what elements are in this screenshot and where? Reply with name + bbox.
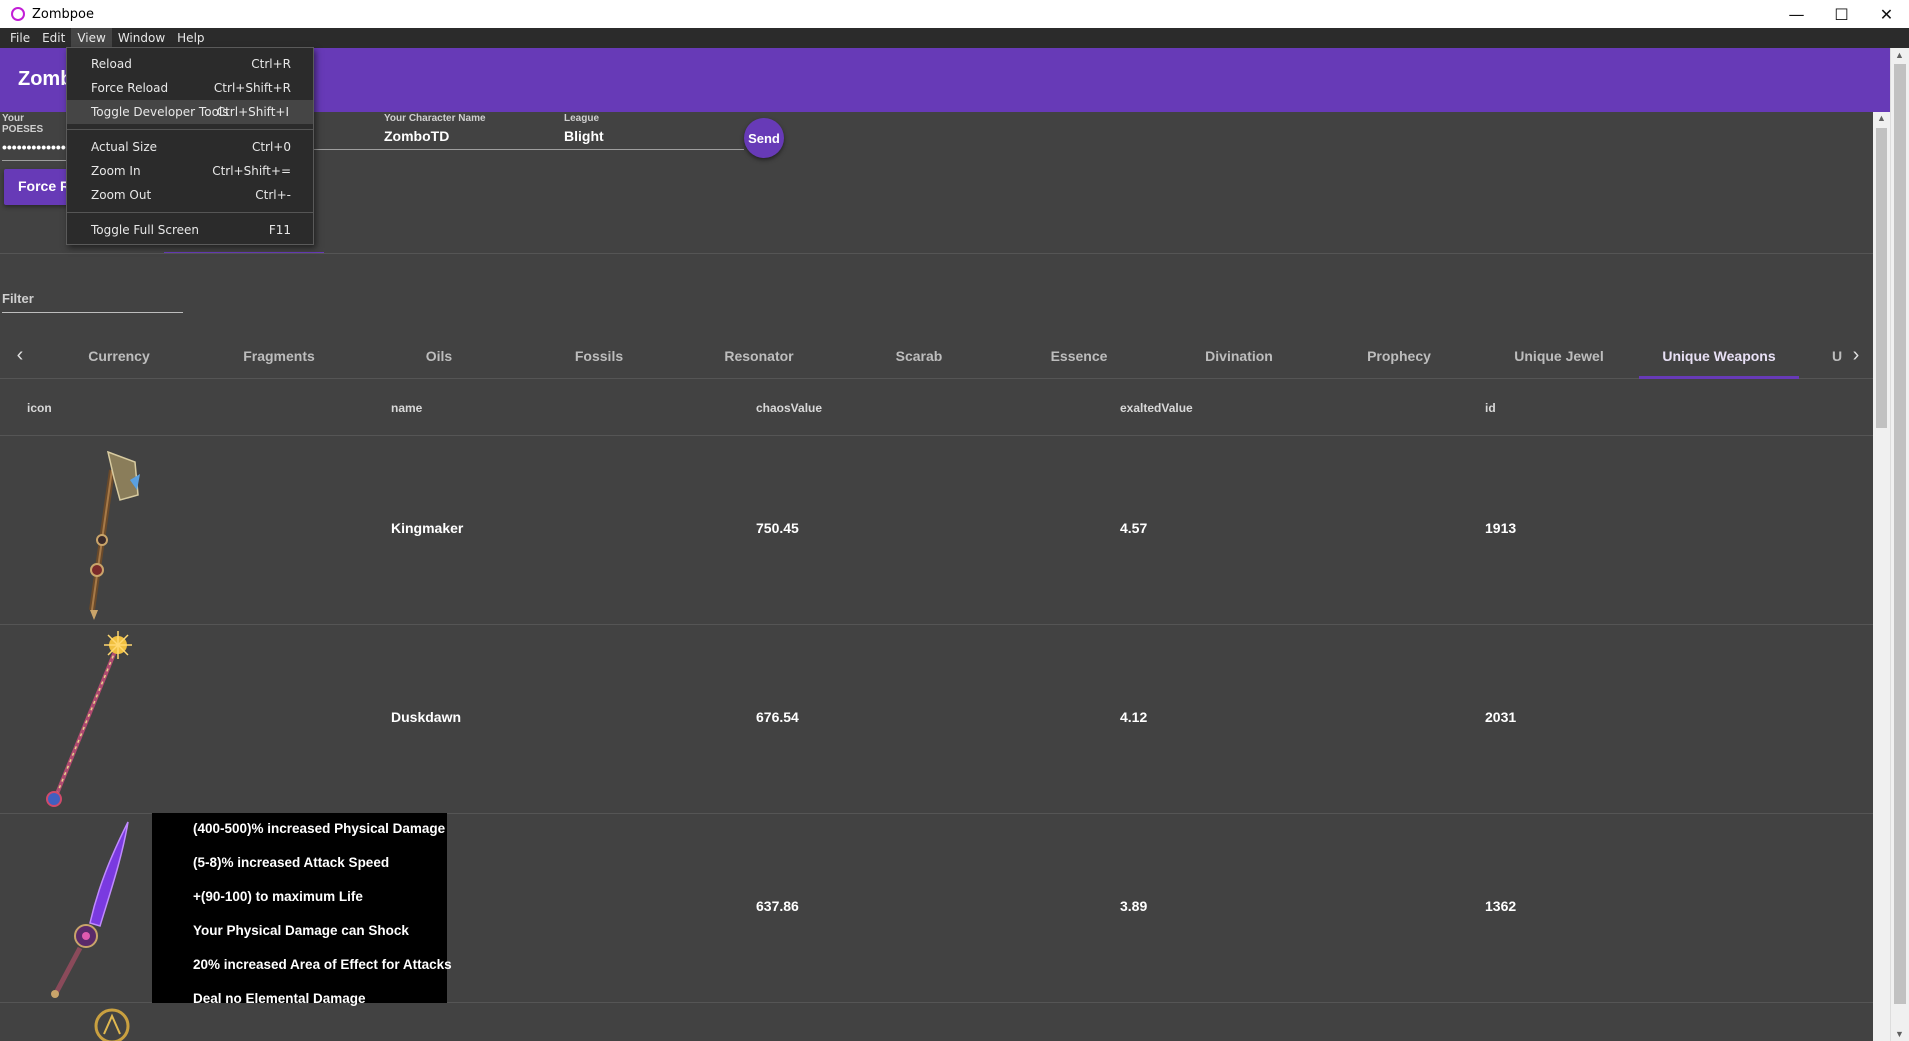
poesessid-input[interactable]: •••••••••••••• xyxy=(2,139,66,161)
tabs-scroll-left-icon[interactable]: ‹ xyxy=(8,343,32,367)
section-divider xyxy=(0,253,1873,254)
maximize-button[interactable]: ☐ xyxy=(1819,0,1864,28)
tooltip-line: Your Physical Damage can Shock xyxy=(193,923,409,938)
window-scrollbar[interactable]: ▲ ▼ xyxy=(1890,48,1909,1041)
column-header-chaos-value[interactable]: chaosValue xyxy=(756,401,822,415)
tab-scarab[interactable]: Scarab xyxy=(839,333,999,379)
menu-edit[interactable]: Edit xyxy=(36,28,71,48)
column-header-name[interactable]: name xyxy=(391,401,422,415)
item-mods-tooltip: (400-500)% increased Physical Damage (5-… xyxy=(152,813,452,1006)
content-scrollbar[interactable]: ▲ xyxy=(1873,112,1890,1041)
tab-unique-weapons[interactable]: Unique Weapons xyxy=(1639,333,1799,379)
table-row[interactable]: Kingmaker 750.45 4.57 1913 xyxy=(0,436,1873,625)
send-button[interactable]: Send xyxy=(744,118,784,158)
poesessid-field-underline xyxy=(314,113,388,150)
tab-fossils[interactable]: Fossils xyxy=(519,333,679,379)
menu-item-force-reload[interactable]: Force Reload Ctrl+Shift+R xyxy=(67,76,313,100)
window-title-bar: Zombpoe — ☐ ✕ xyxy=(0,0,1909,28)
menu-file[interactable]: File xyxy=(4,28,36,48)
close-button[interactable]: ✕ xyxy=(1864,0,1909,28)
tab-oils[interactable]: Oils xyxy=(359,333,519,379)
filter-input[interactable]: Filter xyxy=(2,290,183,313)
scroll-up-icon[interactable]: ▲ xyxy=(1895,50,1904,60)
character-name-label: Your Character Name xyxy=(384,113,486,124)
minimize-button[interactable]: — xyxy=(1774,0,1819,28)
window-scrollbar-thumb[interactable] xyxy=(1894,64,1906,1004)
item-chaos-value: 750.45 xyxy=(756,520,799,536)
sceptre-weapon-icon xyxy=(40,629,150,809)
tabs-scroll-right-icon[interactable]: › xyxy=(1844,343,1868,367)
league-label: League xyxy=(564,113,600,124)
menu-bar: File Edit View Window Help xyxy=(0,28,1909,48)
menu-item-reload[interactable]: Reload Ctrl+R xyxy=(67,52,313,76)
column-header-icon[interactable]: icon xyxy=(27,401,52,415)
table-header: icon name chaosValue exaltedValue id xyxy=(0,383,1873,436)
item-id: 1913 xyxy=(1485,520,1517,536)
dagger-weapon-icon xyxy=(40,818,150,998)
character-name-field[interactable]: Your Character Name ZomboTD xyxy=(384,113,564,150)
tooltip-line: +(90-100) to maximum Life xyxy=(193,889,363,904)
menu-item-toggle-full-screen[interactable]: Toggle Full Screen F11 xyxy=(67,218,313,242)
item-chaos-value: 637.86 xyxy=(756,898,799,914)
item-name: Duskdawn xyxy=(391,709,462,725)
menu-separator xyxy=(67,129,313,130)
axe-weapon-icon xyxy=(40,440,150,620)
tab-unique-jewel[interactable]: Unique Jewel xyxy=(1479,333,1639,379)
partial-row-icon xyxy=(92,1004,132,1041)
category-tabs: ‹ Currency Fragments Oils Fossils Resona… xyxy=(0,333,1873,379)
league-field[interactable]: League Blight xyxy=(564,113,744,150)
menu-item-zoom-in[interactable]: Zoom In Ctrl+Shift+= xyxy=(67,159,313,183)
item-exalted-value: 4.12 xyxy=(1120,709,1148,725)
tooltip-line: Deal no Elemental Damage xyxy=(193,991,366,1006)
league-select[interactable]: Blight xyxy=(564,128,744,150)
app-logo-icon xyxy=(11,7,25,21)
column-header-exalted-value[interactable]: exaltedValue xyxy=(1120,401,1193,415)
table-row[interactable]: Duskdawn 676.54 4.12 2031 xyxy=(0,625,1873,814)
tab-currency[interactable]: Currency xyxy=(39,333,199,379)
window-controls: — ☐ ✕ xyxy=(1774,0,1909,28)
item-id: 1362 xyxy=(1485,898,1517,914)
tab-divination[interactable]: Divination xyxy=(1159,333,1319,379)
menu-window[interactable]: Window xyxy=(112,28,171,48)
tab-resonator[interactable]: Resonator xyxy=(679,333,839,379)
menu-item-zoom-out[interactable]: Zoom Out Ctrl+- xyxy=(67,183,313,207)
item-id: 2031 xyxy=(1485,709,1517,725)
menu-separator xyxy=(67,212,313,213)
menu-item-actual-size[interactable]: Actual Size Ctrl+0 xyxy=(67,135,313,159)
tooltip-line: (400-500)% increased Physical Damage xyxy=(193,821,446,836)
item-name: Kingmaker xyxy=(391,520,464,536)
item-chaos-value: 676.54 xyxy=(756,709,799,725)
item-exalted-value: 3.89 xyxy=(1120,898,1148,914)
column-header-id[interactable]: id xyxy=(1485,401,1496,415)
menu-view[interactable]: View xyxy=(71,28,112,48)
tab-prophecy[interactable]: Prophecy xyxy=(1319,333,1479,379)
app-brand-title: Zomb xyxy=(18,68,73,90)
content-scrollbar-thumb[interactable] xyxy=(1876,128,1887,428)
poesessid-label: Your POESES xyxy=(2,113,44,135)
window-title: Zombpoe xyxy=(32,6,94,22)
view-menu-dropdown: Reload Ctrl+R Force Reload Ctrl+Shift+R … xyxy=(66,47,314,245)
tooltip-line: 20% increased Area of Effect for Attacks xyxy=(193,957,452,972)
tab-essence[interactable]: Essence xyxy=(999,333,1159,379)
menu-item-toggle-developer-tools[interactable]: Toggle Developer Tools Ctrl+Shift+I xyxy=(67,100,313,124)
menu-help[interactable]: Help xyxy=(171,28,210,48)
tooltip-line: (5-8)% increased Attack Speed xyxy=(193,855,390,870)
item-exalted-value: 4.57 xyxy=(1120,520,1148,536)
scroll-down-icon[interactable]: ▼ xyxy=(1895,1029,1904,1039)
content-scroll-up-icon[interactable]: ▲ xyxy=(1877,113,1886,123)
tab-fragments[interactable]: Fragments xyxy=(199,333,359,379)
tab-selected-indicator xyxy=(1639,376,1799,379)
filter-placeholder: Filter xyxy=(2,291,34,306)
character-name-input[interactable]: ZomboTD xyxy=(384,128,564,150)
poesessid-field[interactable]: Your POESES •••••••••••••• xyxy=(2,113,66,161)
